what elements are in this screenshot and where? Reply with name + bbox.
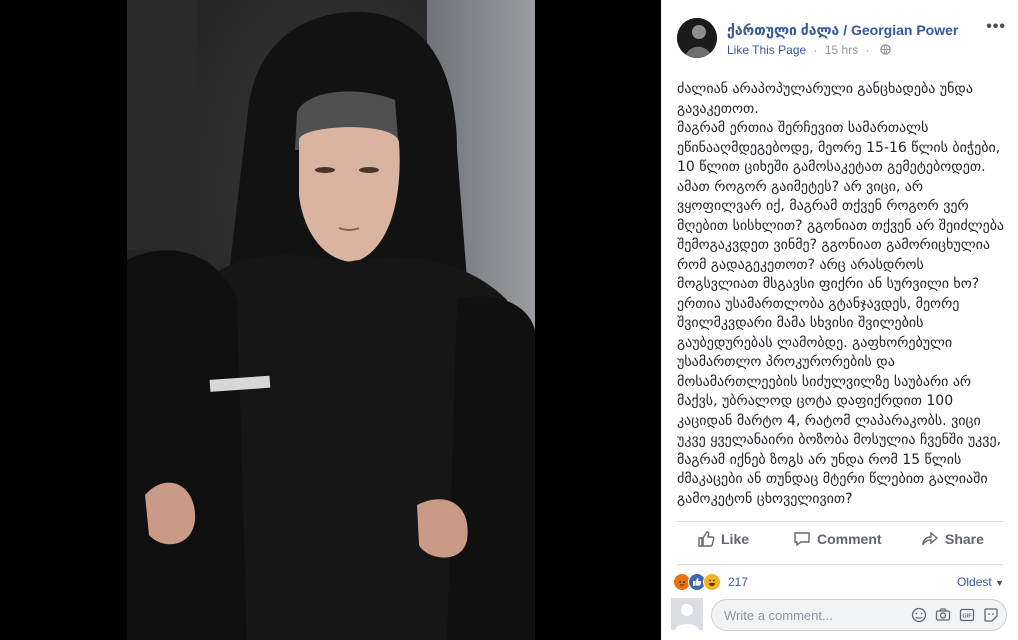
profile-photo <box>677 18 717 58</box>
comment-button[interactable]: Comment <box>793 530 882 548</box>
comment-label: Comment <box>817 531 882 547</box>
divider <box>677 564 1003 565</box>
more-options-button[interactable]: ••• <box>986 18 1006 36</box>
separator-dot: · <box>865 43 870 57</box>
post-photo[interactable] <box>127 0 535 640</box>
share-label: Share <box>945 531 984 547</box>
post-text: ძალიან არაპოპულარული განცხადება უნდა გავ… <box>677 81 1005 507</box>
camera-icon[interactable] <box>934 606 952 624</box>
user-avatar[interactable] <box>671 598 703 630</box>
globe-icon[interactable] <box>880 44 891 58</box>
comment-icon <box>794 532 810 547</box>
svg-text:GIF: GIF <box>962 614 972 620</box>
post-sidebar: ქართული ძალა / Georgian Power Like This … <box>661 0 1018 640</box>
post-header: ქართული ძალა / Georgian Power Like This … <box>677 18 1007 62</box>
chevron-down-icon: ▼ <box>995 578 1004 588</box>
page-name[interactable]: ქართული ძალა / Georgian Power <box>727 22 958 39</box>
sort-label: Oldest <box>957 575 992 589</box>
post-time[interactable]: 15 hrs <box>825 43 858 57</box>
photo-viewer <box>0 0 661 640</box>
post-actions: Like Comment Share <box>677 522 1003 562</box>
like-button[interactable]: Like <box>697 530 749 548</box>
reaction-count[interactable]: 217 <box>728 575 748 589</box>
comment-composer: Write a comment... GIF <box>671 598 1011 634</box>
gif-icon[interactable]: GIF <box>958 606 976 624</box>
like-label: Like <box>721 531 750 547</box>
comment-sort-dropdown[interactable]: Oldest ▼ <box>957 575 1004 589</box>
like-page-link[interactable]: Like This Page <box>727 43 806 57</box>
like-icon <box>698 531 715 547</box>
haha-reaction <box>703 573 721 591</box>
comment-placeholder: Write a comment... <box>724 608 833 623</box>
comment-input[interactable]: Write a comment... GIF <box>711 599 1007 631</box>
share-icon <box>922 531 939 546</box>
separator-dot: · <box>813 43 818 57</box>
composer-icons: GIF <box>910 606 1000 624</box>
default-avatar-icon <box>671 598 703 630</box>
share-button[interactable]: Share <box>921 530 984 548</box>
reactions-summary[interactable]: 217 <box>673 572 748 592</box>
page-avatar[interactable] <box>677 18 717 58</box>
emoji-icon[interactable] <box>910 606 928 624</box>
sticker-icon[interactable] <box>982 606 1000 624</box>
post-meta: Like This Page · 15 hrs · <box>727 43 891 58</box>
